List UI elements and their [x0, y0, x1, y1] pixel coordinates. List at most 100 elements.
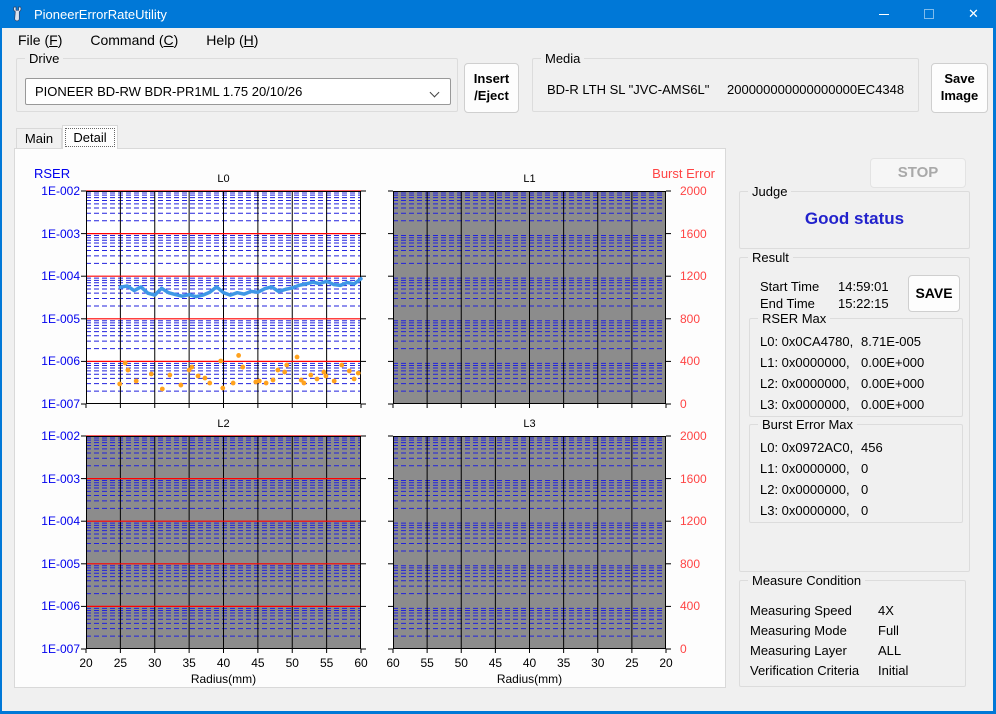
- x-tick-label-L2-0: 20: [79, 656, 93, 670]
- drive-select[interactable]: PIONEER BD-RW BDR-PR1ML 1.75 20/10/26: [25, 78, 451, 105]
- error-rate-charts: L0 L1 L2 20 25 30 35 40 45 50 55 60 Radius(mm) L3 60 55…: [15, 149, 725, 687]
- x-axis-label-L3: Radius(mm): [496, 672, 563, 686]
- window-title: PioneerErrorRateUtility: [34, 6, 167, 22]
- rser-max-label-3: L3: 0x0000000,: [760, 397, 850, 412]
- y-left-tick-0-4: 1E-006: [41, 354, 80, 369]
- y-right-tick-0-5: 0: [680, 397, 687, 411]
- tab-detail-label: Detail: [73, 130, 107, 145]
- burst-error-axis-header: Burst Error: [652, 166, 715, 181]
- minimize-button[interactable]: [861, 0, 906, 28]
- y-right-tick-1-4: 400: [680, 599, 701, 614]
- measure-condition-label-1: Measuring Mode: [750, 623, 847, 638]
- measure-condition-label-3: Verification Criteria: [750, 663, 860, 678]
- tab-detail[interactable]: Detail: [62, 125, 118, 149]
- menu-item-help[interactable]: Help (H): [196, 30, 268, 50]
- y-right-tick-1-0: 2000: [680, 429, 707, 443]
- x-tick-label-L2-4: 40: [216, 656, 231, 670]
- window-controls: ✕: [861, 0, 993, 28]
- end-time-row: End Time 15:22:15: [760, 296, 889, 311]
- drive-group-label: Drive: [25, 51, 64, 66]
- menu-item-command[interactable]: Command (C): [80, 30, 188, 50]
- maximize-button[interactable]: [906, 0, 951, 28]
- close-button[interactable]: ✕: [951, 0, 993, 28]
- media-type: BD-R LTH SL "JVC-AMS6L": [547, 82, 710, 97]
- y-right-tick-1-3: 800: [680, 556, 701, 571]
- rser-max-row-1: L1: 0x0000000, 0.00E+000: [760, 355, 924, 370]
- media-group: Media BD-R LTH SL "JVC-AMS6L" 2000000000…: [532, 51, 919, 112]
- result-group: Result Start Time 14:59:01 End Time 15:2…: [739, 250, 970, 572]
- rser-max-label-1: L1: 0x0000000,: [760, 355, 850, 370]
- rser-max-row-2: L2: 0x0000000, 0.00E+000: [760, 376, 924, 391]
- tab-main[interactable]: Main: [16, 128, 62, 149]
- x-tick-label-L3-4: 40: [522, 656, 537, 670]
- judge-group: Judge Good status: [739, 184, 970, 249]
- save-button-label: SAVE: [915, 285, 953, 302]
- rser-max-group: RSER Max L0: 0x0CA4780, 8.71E-005 L1: 0x00…: [749, 311, 963, 417]
- rser-max-value-2: 0.00E+000: [861, 376, 925, 391]
- chart-L1-plot: [388, 190, 671, 408]
- measure-condition-value-0: 4X: [878, 603, 894, 618]
- y-right-tick-0-3: 800: [680, 311, 701, 326]
- title-bar: PioneerErrorRateUtility ✕: [2, 0, 993, 28]
- close-icon: ✕: [968, 6, 979, 21]
- y-left-tick-0-2: 1E-004: [41, 269, 80, 284]
- save-image-button[interactable]: Save Image: [931, 63, 988, 113]
- y-left-tick-1-1: 1E-003: [41, 471, 80, 486]
- x-tick-label-L3-8: 20: [659, 656, 673, 670]
- rser-max-value-3: 0.00E+000: [861, 397, 925, 412]
- x-tick-label-L3-5: 35: [556, 656, 571, 670]
- chart-L2-title: L2: [217, 418, 230, 430]
- stop-button[interactable]: STOP: [870, 158, 966, 188]
- y-right-tick-1-5: 0: [680, 642, 687, 656]
- chart-L3-title: L3: [523, 418, 536, 430]
- x-tick-label-L2-3: 35: [182, 656, 196, 670]
- burst-error-max-row-0: L0: 0x0972AC0, 456: [760, 440, 883, 455]
- x-tick-label-L3-3: 45: [488, 656, 503, 670]
- save-button[interactable]: SAVE: [908, 275, 960, 312]
- y-left-tick-1-4: 1E-006: [41, 599, 80, 614]
- end-time-label: End Time: [760, 296, 815, 311]
- y-right-tick-1-2: 1200: [680, 514, 707, 529]
- burst-error-max-label-1: L1: 0x0000000,: [760, 461, 850, 476]
- y-left-tick-1-5: 1E-007: [41, 642, 80, 656]
- minimize-icon: [878, 13, 889, 15]
- drive-group: Drive PIONEER BD-RW BDR-PR1ML 1.75 20/10…: [16, 51, 458, 112]
- media-id: 200000000000000000EC4348: [727, 82, 905, 97]
- measure-condition-group: Measure Condition Measuring Speed 4X Measu…: [739, 573, 966, 687]
- burst-error-max-label-3: L3: 0x0000000,: [760, 503, 850, 518]
- y-left-tick-0-3: 1E-005: [41, 311, 80, 326]
- x-tick-label-L2-2: 30: [148, 656, 162, 670]
- judge-status-text: Good status: [804, 209, 905, 228]
- menu-item-file[interactable]: File (F): [8, 30, 72, 50]
- measure-condition-row-0: Measuring Speed 4X: [750, 603, 894, 618]
- wrench-app-icon: [10, 6, 26, 22]
- rser-max-label-0: L0: 0x0CA4780,: [760, 334, 854, 349]
- burst-error-max-row-2: L2: 0x0000000, 0: [760, 482, 868, 497]
- measure-condition-row-1: Measuring Mode Full: [750, 623, 899, 638]
- measure-condition-value-3: Initial: [878, 663, 909, 678]
- start-time-label: Start Time: [760, 279, 820, 294]
- app-window: PioneerErrorRateUtility ✕ File (F) Comman…: [0, 0, 996, 714]
- burst-error-max-label-2: L2: 0x0000000,: [760, 482, 850, 497]
- x-axis-label-L2: Radius(mm): [190, 672, 257, 686]
- x-tick-label-L3-7: 25: [625, 656, 639, 670]
- start-time-row: Start Time 14:59:01: [760, 279, 889, 294]
- insert-eject-button[interactable]: Insert /Eject: [464, 63, 519, 113]
- burst-error-max-group: Burst Error Max L0: 0x0972AC0, 456 L1: 0x0…: [749, 417, 963, 523]
- menu-bar: File (F) Command (C) Help (H): [2, 28, 993, 52]
- y-left-tick-1-2: 1E-004: [41, 514, 80, 529]
- save-image-label-line2: Image: [940, 88, 979, 103]
- x-tick-label-L3-1: 55: [420, 656, 434, 670]
- media-group-label: Media: [541, 51, 585, 66]
- rser-max-value-1: 0.00E+000: [861, 355, 925, 370]
- burst-error-max-group-label: Burst Error Max: [758, 417, 858, 432]
- y-right-tick-0-0: 2000: [680, 184, 707, 198]
- end-time-value: 15:22:15: [838, 296, 889, 311]
- maximize-icon: [923, 9, 934, 19]
- save-image-label-line1: Save: [944, 71, 975, 87]
- x-tick-label-L3-6: 30: [591, 656, 605, 670]
- drive-select-value: PIONEER BD-RW BDR-PR1ML 1.75 20/10/26: [35, 84, 303, 99]
- chart-L3-plot: [388, 435, 671, 653]
- y-left-tick-0-5: 1E-007: [41, 397, 80, 411]
- measure-condition-value-2: ALL: [878, 643, 902, 658]
